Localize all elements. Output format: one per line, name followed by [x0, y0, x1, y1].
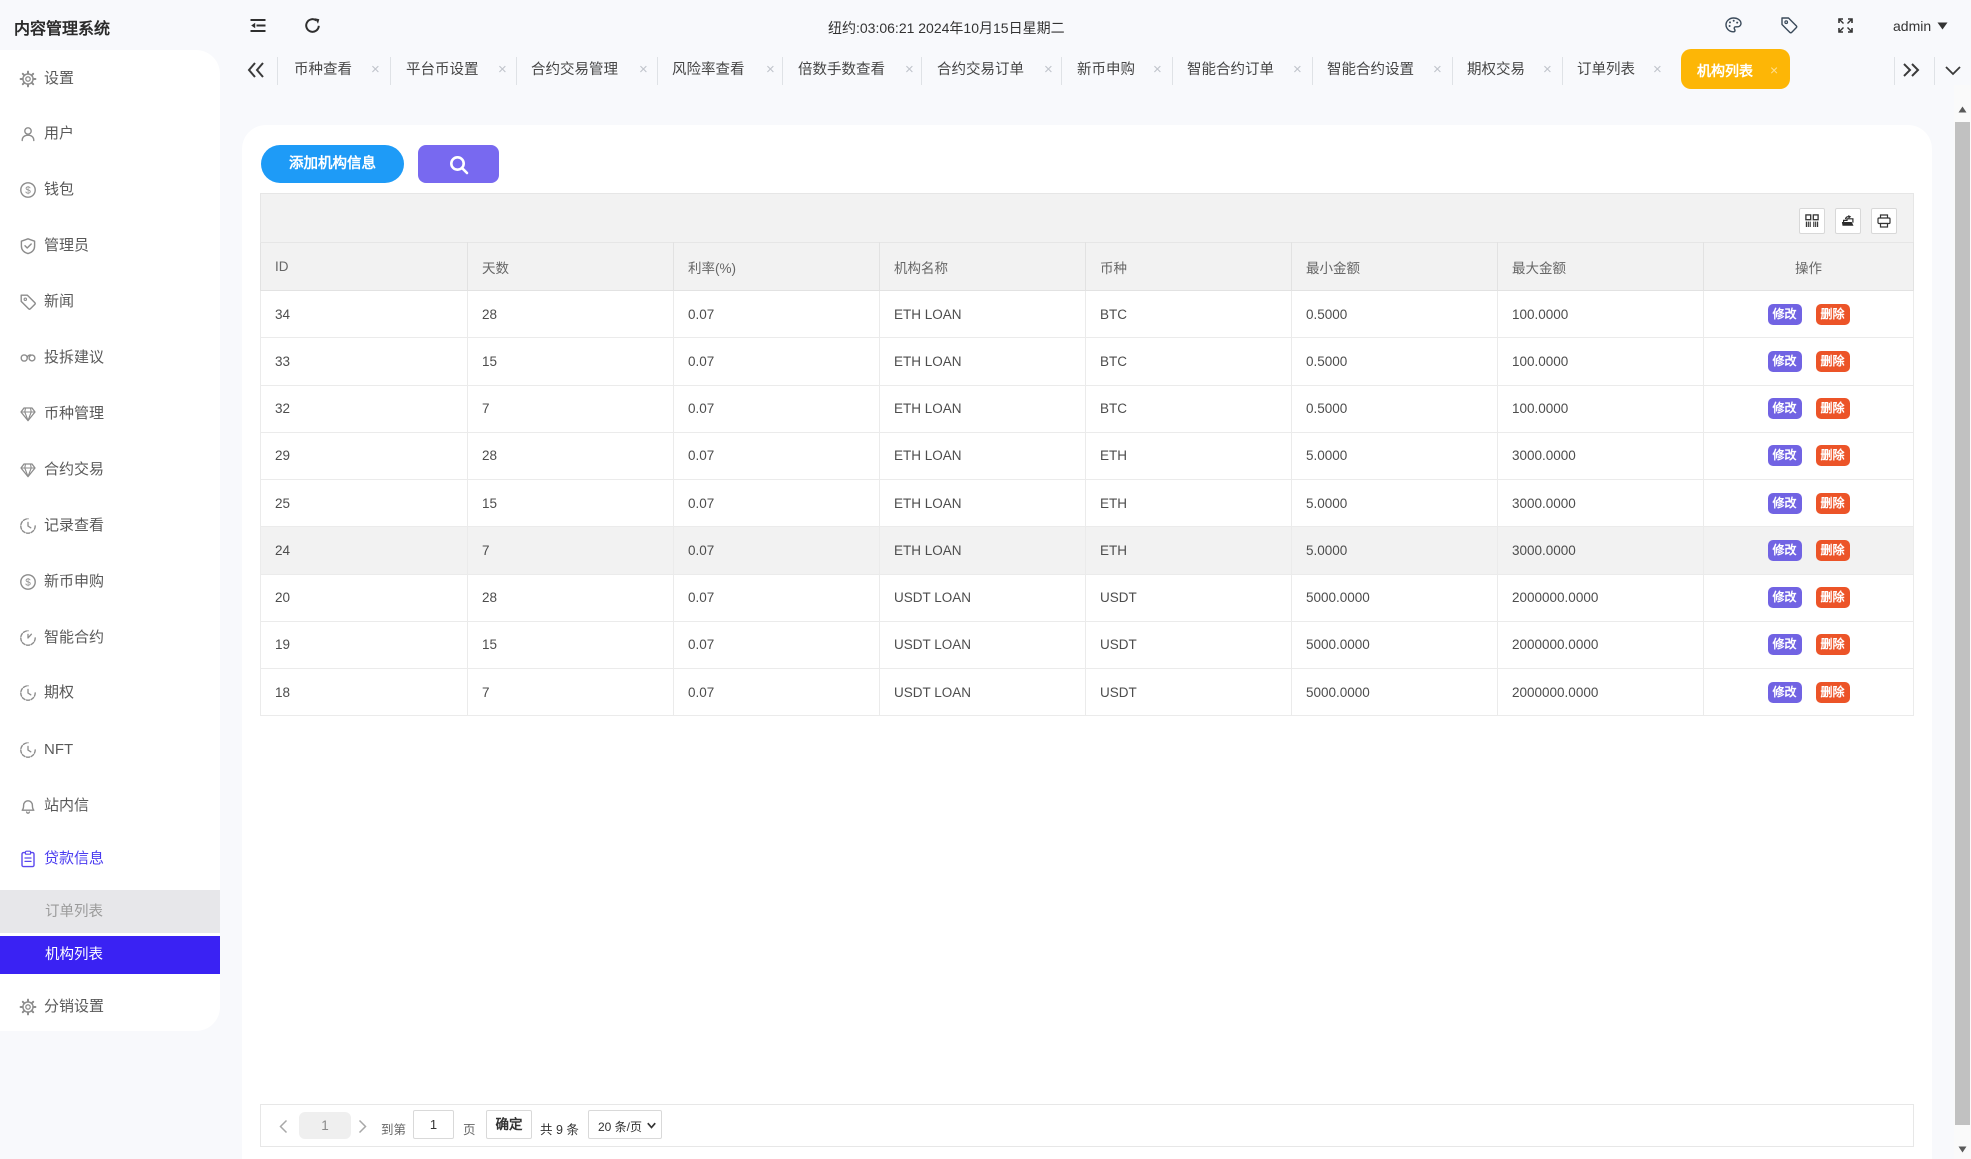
svg-text:$: $ — [25, 578, 31, 589]
svg-text:$: $ — [25, 186, 31, 197]
